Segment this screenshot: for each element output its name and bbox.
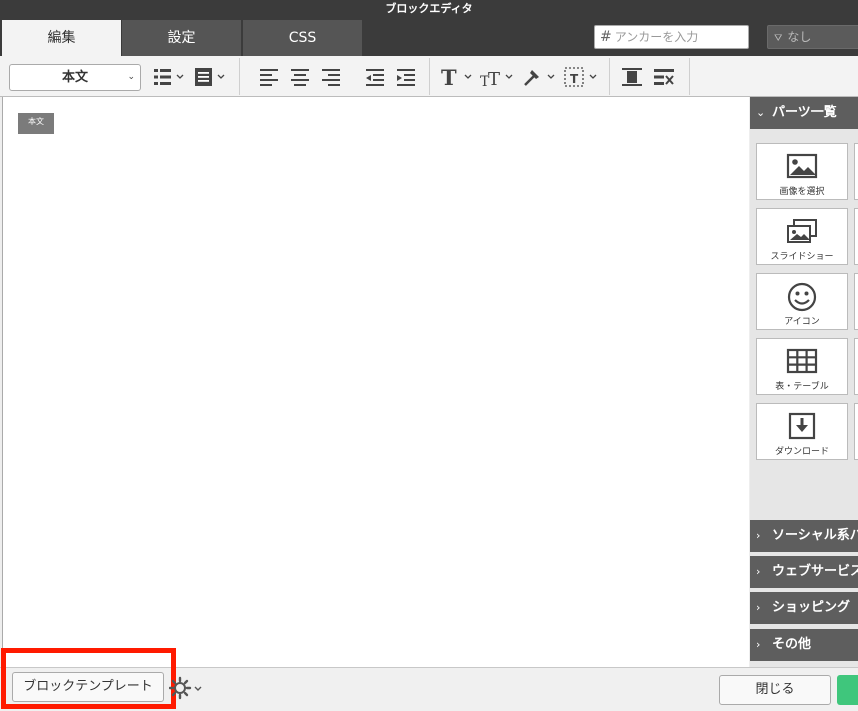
toolbar-divider <box>239 58 240 95</box>
part-table[interactable]: 表・テーブル <box>756 338 848 395</box>
align-left-icon[interactable] <box>258 65 280 89</box>
align-center-icon[interactable] <box>289 65 311 89</box>
part-tile-cut[interactable] <box>854 273 858 330</box>
format-toolbar: 本文 ⌄ T TT T <box>0 56 858 97</box>
clear-format-icon[interactable] <box>652 65 676 89</box>
window-title: ブロックエディタ <box>0 0 858 20</box>
part-label: アイコン <box>784 317 820 327</box>
editor-canvas[interactable]: 本文 <box>2 97 749 667</box>
svg-text:T: T <box>441 65 457 89</box>
section-other[interactable]: › その他 <box>750 629 858 661</box>
font-size-button[interactable]: TT <box>478 65 518 89</box>
smiley-icon <box>787 282 817 312</box>
tab-edit[interactable]: 編集 <box>2 20 122 56</box>
section-label: ソーシャル系パーツ <box>772 528 858 543</box>
svg-text:T: T <box>570 72 579 86</box>
part-image-select[interactable]: 画像を選択 <box>756 143 848 200</box>
style-icon: ⛛ <box>774 33 783 44</box>
part-slideshow[interactable]: スライドショー <box>756 208 848 265</box>
box-style-button[interactable] <box>193 65 229 89</box>
align-right-icon[interactable] <box>320 65 342 89</box>
anchor-placeholder: アンカーを入力 <box>614 30 699 44</box>
part-icon[interactable]: アイコン <box>756 273 848 330</box>
save-button[interactable] <box>837 675 858 705</box>
text-color-button[interactable]: T <box>439 65 475 89</box>
section-social[interactable]: › ソーシャル系パーツ <box>750 520 858 552</box>
list-button[interactable] <box>152 65 188 89</box>
border-style-button[interactable]: T <box>562 65 602 89</box>
part-tile-cut[interactable] <box>854 143 858 200</box>
image-icon <box>786 153 818 179</box>
chevron-right-icon: › <box>756 638 761 651</box>
part-tile-cut[interactable] <box>854 403 858 460</box>
section-label: ウェブサービス <box>772 564 858 579</box>
section-shopping[interactable]: › ショッピング <box>750 592 858 624</box>
parts-sidebar: ⌄ パーツ一覧 画像を選択 スライドショー アイコン 表・テーブル ダウンロード … <box>750 97 858 667</box>
svg-text:T: T <box>488 69 500 89</box>
eyedropper-icon[interactable] <box>520 65 560 89</box>
gear-icon <box>168 676 202 700</box>
hash-icon: # <box>600 29 612 45</box>
anchor-input[interactable]: # アンカーを入力 <box>594 25 749 49</box>
slideshow-icon <box>787 219 817 243</box>
settings-menu-button[interactable] <box>168 676 209 700</box>
section-label: ショッピング <box>772 600 851 615</box>
part-tile-cut[interactable] <box>854 208 858 265</box>
style-select[interactable]: ⛛ なし <box>767 25 858 49</box>
style-select-value: なし <box>787 30 812 44</box>
toolbar-divider <box>429 58 430 95</box>
parts-list-title: パーツ一覧 <box>772 105 837 120</box>
part-label: スライドショー <box>770 252 834 262</box>
chevron-down-icon: ⌄ <box>756 106 766 119</box>
indent-icon[interactable] <box>395 65 417 89</box>
tab-css[interactable]: CSS <box>243 20 363 56</box>
part-label: 画像を選択 <box>779 187 825 197</box>
close-button[interactable]: 閉じる <box>719 675 831 705</box>
section-web-service[interactable]: › ウェブサービス <box>750 556 858 588</box>
table-icon <box>786 348 818 374</box>
block-style-select[interactable]: 本文 ⌄ <box>9 64 141 91</box>
block-editor-window: ブロックエディタ 編集 設定 CSS # アンカーを入力 ⛛ なし 本文 ⌄ T… <box>0 0 858 711</box>
tab-bar: 編集 設定 CSS # アンカーを入力 ⛛ なし <box>0 20 858 56</box>
part-download[interactable]: ダウンロード <box>756 403 848 460</box>
part-tile-cut[interactable] <box>854 338 858 395</box>
section-label: その他 <box>772 637 812 652</box>
part-label: 表・テーブル <box>775 382 829 392</box>
block-template-button[interactable]: ブロックテンプレート <box>12 672 164 702</box>
part-label: ダウンロード <box>774 447 829 457</box>
block-split-icon[interactable] <box>620 65 644 89</box>
tab-settings[interactable]: 設定 <box>122 20 242 56</box>
block-type-badge: 本文 <box>18 113 54 134</box>
chevron-down-icon: ⌄ <box>127 72 135 82</box>
toolbar-divider <box>609 58 610 95</box>
block-style-value: 本文 <box>61 70 88 85</box>
parts-list-header[interactable]: ⌄ パーツ一覧 <box>750 97 858 129</box>
outdent-icon[interactable] <box>364 65 386 89</box>
chevron-right-icon: › <box>756 529 761 542</box>
chevron-right-icon: › <box>756 601 761 614</box>
chevron-right-icon: › <box>756 565 761 578</box>
download-icon <box>788 412 816 440</box>
toolbar-divider <box>689 58 690 95</box>
